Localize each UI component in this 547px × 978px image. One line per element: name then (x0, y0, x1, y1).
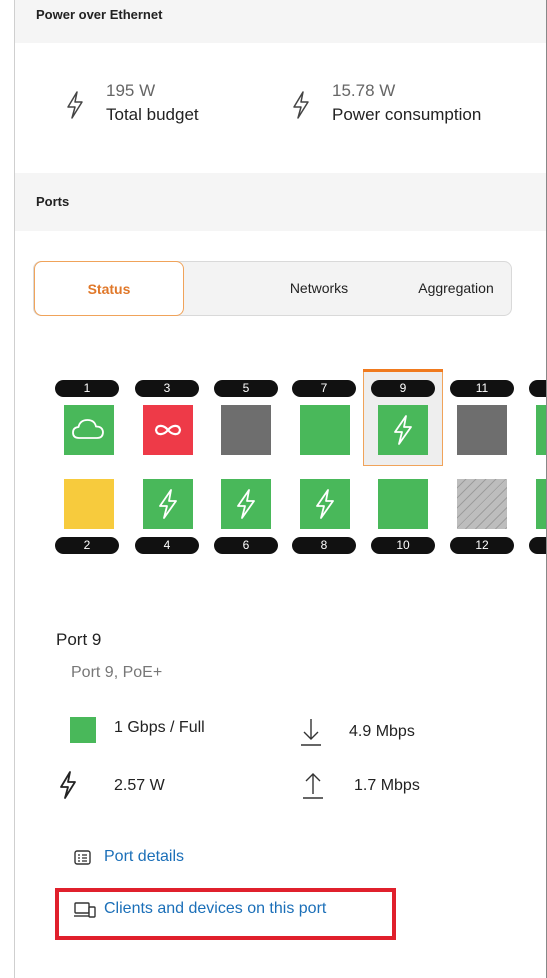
panel-left-border (14, 0, 15, 978)
port-12[interactable] (457, 479, 507, 529)
port-label-13 (529, 380, 546, 397)
port-11[interactable] (457, 405, 507, 455)
port-13[interactable] (536, 405, 546, 455)
cloud-icon (72, 419, 104, 439)
tab-aggregation[interactable]: Aggregation (399, 262, 513, 315)
tab-status[interactable]: Status (34, 261, 184, 316)
bolt-icon (237, 489, 255, 519)
arrow-down-icon (301, 719, 321, 746)
port-5[interactable] (221, 405, 271, 455)
port-power: 2.57 W (114, 777, 165, 794)
power-consumption-stat: 15.78 W Power consumption (290, 80, 481, 128)
port-6[interactable] (221, 479, 271, 529)
bolt-icon (316, 489, 334, 519)
link-status-icon (70, 717, 96, 743)
port-8[interactable] (300, 479, 350, 529)
port-detail-title: Port 9 (56, 630, 102, 649)
port-speed: 1 Gbps / Full (114, 719, 205, 736)
ports-section-header: Ports (15, 173, 546, 231)
bolt-icon (394, 415, 412, 445)
port-label-9: 9 (371, 380, 435, 397)
total-budget-label: Total budget (106, 105, 199, 124)
total-budget-value: 195 W (106, 81, 156, 100)
port-label-2: 2 (55, 537, 119, 554)
port-label-5: 5 (214, 380, 278, 397)
port-label-12: 12 (450, 537, 514, 554)
poe-section-header: Power over Ethernet (15, 0, 546, 43)
total-budget-stat: 195 W Total budget (64, 80, 199, 128)
ports-view-tabs: Status Networks Aggregation (33, 261, 512, 316)
upload-rate: 1.7 Mbps (354, 777, 420, 794)
bolt-icon (60, 771, 76, 799)
port-label-8: 8 (292, 537, 356, 554)
port-7[interactable] (300, 405, 350, 455)
port-9[interactable] (378, 405, 428, 455)
port-2[interactable] (64, 479, 114, 529)
port-label-14 (529, 537, 546, 554)
port-10[interactable] (378, 479, 428, 529)
port-label-10: 10 (371, 537, 435, 554)
list-icon (74, 850, 91, 865)
power-consumption-value: 15.78 W (332, 81, 396, 100)
highlight-box (55, 888, 396, 940)
bolt-icon (293, 91, 309, 119)
download-rate: 4.9 Mbps (349, 723, 415, 740)
port-label-7: 7 (292, 380, 356, 397)
port-3[interactable] (143, 405, 193, 455)
port-label-1: 1 (55, 380, 119, 397)
port-1[interactable] (64, 405, 114, 455)
selected-port-indicator (363, 369, 443, 372)
port-details-link[interactable]: Port details (104, 848, 184, 866)
port-14[interactable] (536, 479, 546, 529)
switch-details-panel: Power over Ethernet 195 W Total budget 1… (0, 0, 547, 978)
bolt-icon (67, 91, 83, 119)
port-label-6: 6 (214, 537, 278, 554)
infinity-icon (154, 424, 182, 436)
port-detail-subtitle: Port 9, PoE+ (71, 664, 163, 681)
tab-networks[interactable]: Networks (239, 262, 399, 315)
bolt-icon (159, 489, 177, 519)
arrow-up-icon (303, 773, 323, 799)
port-label-3: 3 (135, 380, 199, 397)
port-4[interactable] (143, 479, 193, 529)
power-consumption-label: Power consumption (332, 105, 482, 124)
port-label-4: 4 (135, 537, 199, 554)
port-label-11: 11 (450, 380, 514, 397)
